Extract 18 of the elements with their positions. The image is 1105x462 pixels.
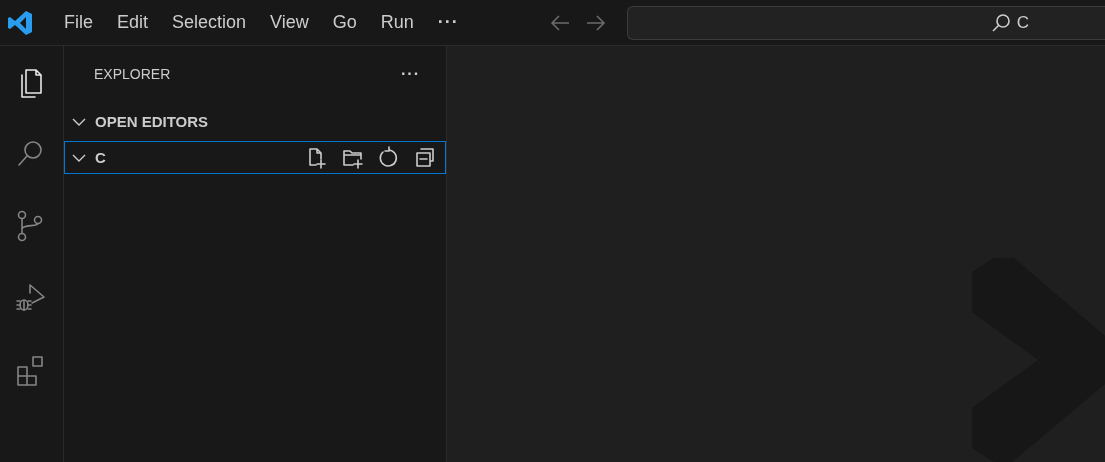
- sidebar-title: EXPLORER: [94, 66, 171, 82]
- section-header[interactable]: C: [64, 141, 446, 174]
- menu-item[interactable]: View: [258, 12, 321, 33]
- app-logo-icon: [7, 9, 33, 36]
- search-value: C: [1016, 12, 1029, 33]
- menu-item[interactable]: Selection: [160, 12, 259, 33]
- menu-item[interactable]: Go: [320, 12, 369, 33]
- menu-item[interactable]: Edit: [105, 12, 161, 33]
- section-header[interactable]: OPEN EDITORS: [64, 105, 446, 138]
- more-actions-button[interactable]: ···: [395, 64, 426, 84]
- back-arrow-icon[interactable]: [548, 13, 571, 32]
- forward-arrow-icon[interactable]: [584, 13, 607, 32]
- menu-item[interactable]: File: [52, 12, 105, 33]
- search-icon: [990, 12, 1011, 33]
- menu-item[interactable]: Run: [368, 12, 426, 33]
- collapse-icon[interactable]: [413, 145, 437, 170]
- more-menu-button[interactable]: ···: [425, 12, 471, 33]
- command-center-search[interactable]: C: [626, 5, 1105, 40]
